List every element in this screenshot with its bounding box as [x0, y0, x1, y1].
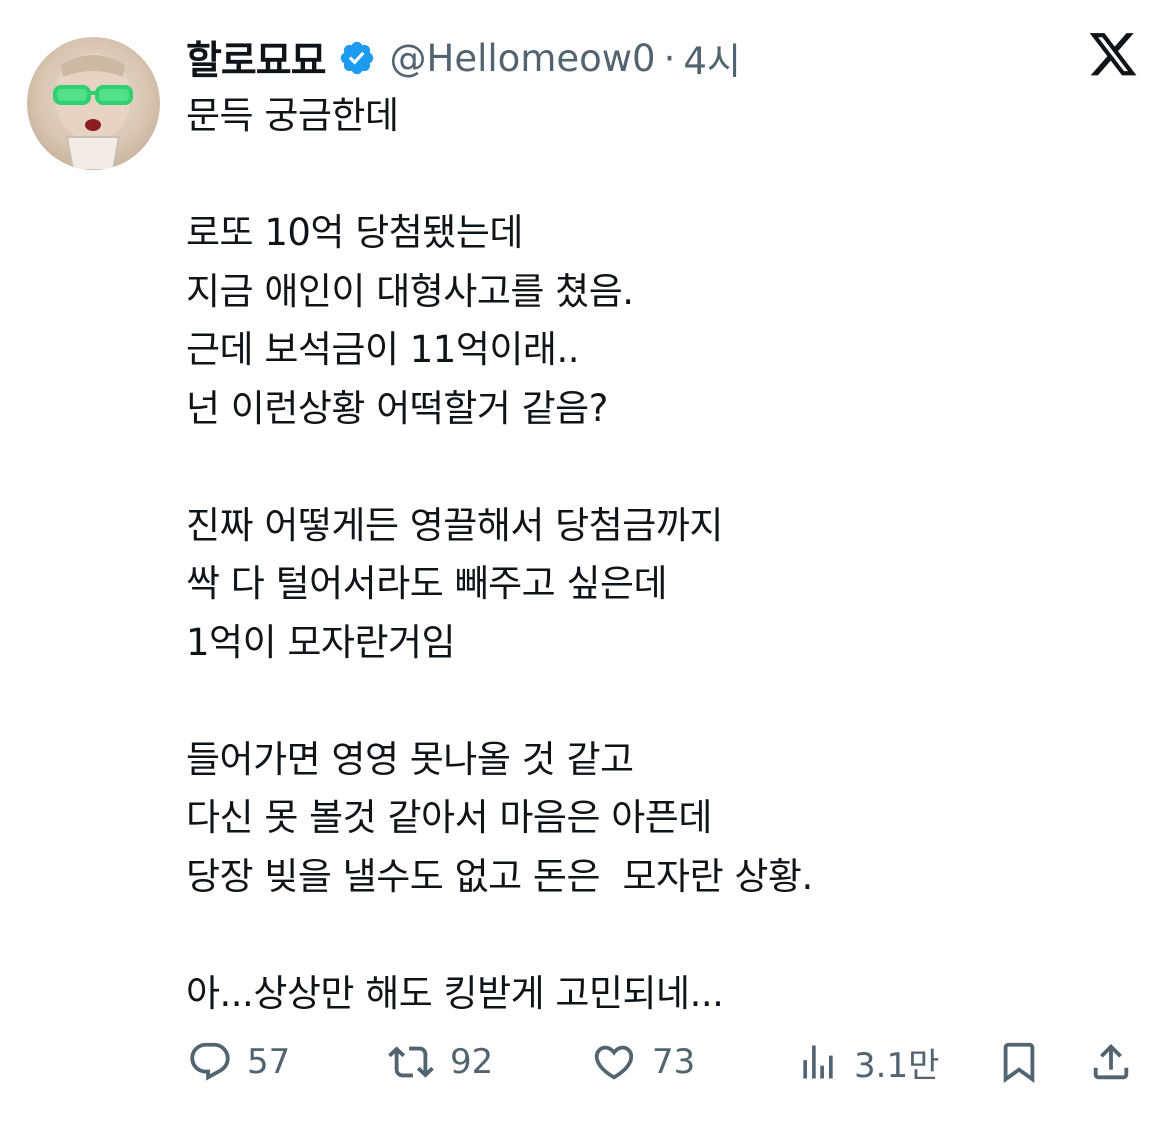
tweet-line: 진짜 어떻게든 영끌해서 당첨금까지 — [186, 503, 723, 547]
avatar-image — [53, 53, 133, 170]
tweet-line: 지금 애인이 대형사고를 쳤음. — [186, 269, 634, 313]
tweet-line: 싹 다 털어서라도 빼주고 싶은데 — [186, 562, 668, 605]
tweet-line: 아...상상만 해도 킹받게 고민되네... — [186, 971, 724, 1015]
share-button[interactable] — [1088, 1030, 1134, 1094]
tweet-line: 문득 궁금한데 — [186, 94, 399, 137]
reply-button[interactable]: 57 — [187, 1030, 290, 1094]
bookmark-button[interactable] — [996, 1030, 1042, 1094]
tweet-line: 로또 10억 당첨됐는데 — [186, 211, 523, 254]
views-count: 3.1만 — [854, 1045, 940, 1086]
verified-badge-icon — [338, 39, 376, 77]
reply-count: 57 — [247, 1042, 291, 1082]
repost-count: 92 — [450, 1042, 494, 1082]
tweet-line — [186, 906, 1146, 965]
tweet-line: 1억이 모자란거임 — [186, 620, 456, 664]
views-icon — [796, 1039, 840, 1085]
heart-icon — [590, 1039, 638, 1085]
tweet-line: 근데 보석금이 11억이래.. — [186, 328, 580, 371]
like-count: 73 — [652, 1042, 696, 1082]
display-name[interactable]: 할로묘묘 — [186, 30, 327, 86]
tweet-line — [186, 146, 1146, 205]
reply-icon — [187, 1039, 233, 1085]
share-icon — [1088, 1039, 1134, 1085]
bookmark-icon — [996, 1039, 1042, 1085]
tweet-line — [186, 438, 1146, 497]
author-handle[interactable]: @Hellomeow0 — [390, 37, 656, 80]
tweet-line: 당장 빚을 낼수도 없고 돈은 모자란 상황. — [186, 854, 813, 898]
like-button[interactable]: 73 — [590, 1030, 695, 1094]
tweet-actions: 57 92 73 3.1만 — [0, 1030, 1170, 1094]
tweet-line: 들어가면 영영 못나올 것 같고 — [186, 737, 634, 781]
separator-dot: · — [663, 36, 676, 80]
repost-icon — [386, 1039, 436, 1085]
tweet-text: 문득 궁금한데 로또 10억 당첨됐는데 지금 애인이 대형사고를 쳤음. 근데… — [186, 87, 1146, 1023]
tweet-line: 넌 이런상황 어떡할거 같음? — [186, 386, 608, 430]
tweet-header: 할로묘묘 @Hellomeow0 · 4시 — [186, 28, 741, 88]
tweet-line — [186, 672, 1146, 731]
repost-button[interactable]: 92 — [386, 1030, 493, 1094]
views-button[interactable]: 3.1만 — [796, 1030, 939, 1094]
x-logo-icon[interactable] — [1087, 33, 1139, 81]
tweet-line: 다신 못 볼것 같아서 마음은 아픈데 — [186, 796, 712, 839]
timestamp[interactable]: 4시 — [683, 31, 741, 85]
avatar[interactable] — [27, 37, 160, 170]
